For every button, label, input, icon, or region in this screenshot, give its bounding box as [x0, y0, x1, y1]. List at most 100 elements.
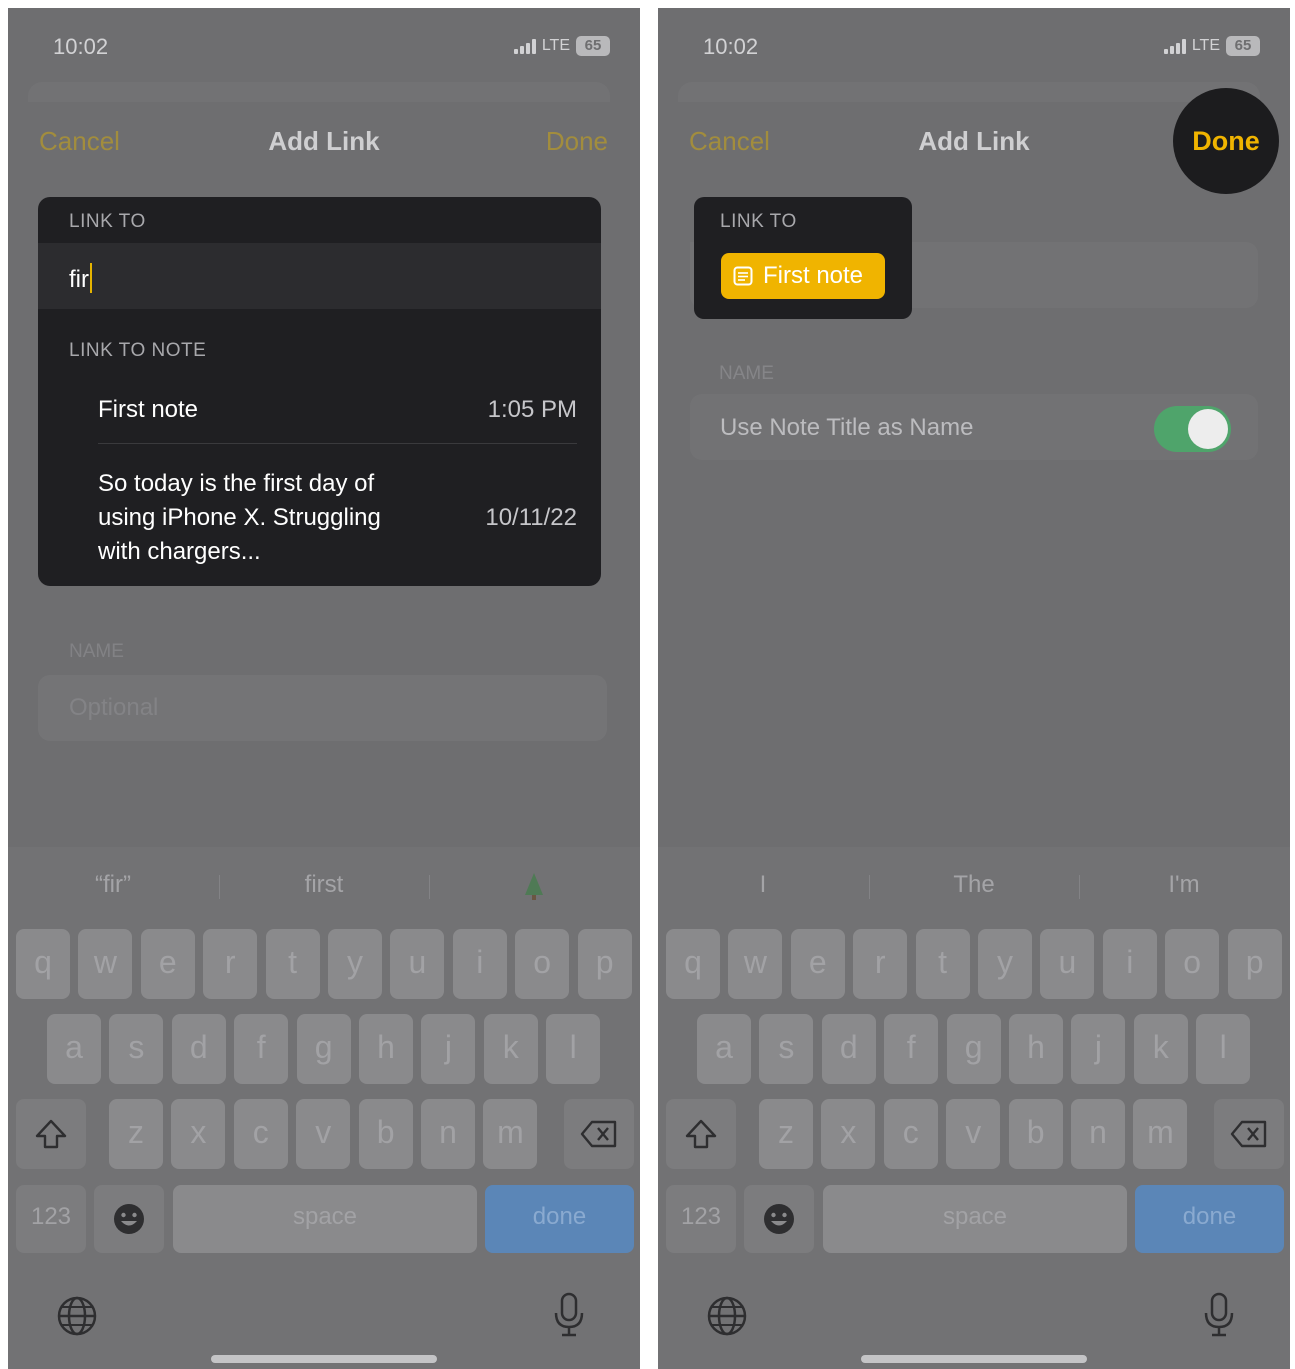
status-time: 10:02	[703, 34, 759, 59]
key-e[interactable]: e	[790, 929, 845, 999]
key-w[interactable]: w	[78, 929, 133, 999]
suggestion-im[interactable]: I'm	[1079, 871, 1289, 899]
link-to-input[interactable]: fir	[38, 243, 601, 309]
linked-note-chip-label: First note	[763, 262, 864, 289]
key-d[interactable]: d	[171, 1014, 226, 1084]
note-result-first-note[interactable]: First note 1:05 PM	[98, 385, 577, 435]
signal-icon	[1163, 38, 1186, 54]
suggestion-tree-emoji[interactable]	[429, 871, 639, 902]
key-j[interactable]: j	[421, 1014, 476, 1084]
key-m[interactable]: m	[1133, 1099, 1188, 1169]
key-d[interactable]: d	[821, 1014, 876, 1084]
key-v[interactable]: v	[296, 1099, 351, 1169]
space-key[interactable]: space	[173, 1185, 477, 1253]
home-indicator[interactable]	[861, 1355, 1087, 1363]
key-k[interactable]: k	[1133, 1014, 1188, 1084]
keyboard-done-key[interactable]: done	[1135, 1185, 1284, 1253]
key-r[interactable]: r	[853, 929, 908, 999]
link-to-label: LINK TO	[69, 211, 146, 232]
globe-icon[interactable]	[706, 1295, 748, 1342]
keyboard-done-key[interactable]: done	[485, 1185, 634, 1253]
status-icons: LTE 65	[1163, 36, 1260, 56]
key-h[interactable]: h	[1009, 1014, 1063, 1084]
key-i[interactable]: i	[1102, 929, 1157, 999]
key-o[interactable]: o	[1165, 929, 1220, 999]
key-u[interactable]: u	[1040, 929, 1095, 999]
key-f[interactable]: f	[884, 1014, 939, 1084]
suggestion-the[interactable]: The	[869, 871, 1079, 899]
key-s[interactable]: s	[109, 1014, 164, 1084]
use-note-title-toggle[interactable]	[1154, 406, 1231, 452]
key-l[interactable]: l	[1196, 1014, 1251, 1084]
key-x[interactable]: x	[171, 1099, 226, 1169]
key-a[interactable]: a	[47, 1014, 101, 1084]
microphone-icon[interactable]	[551, 1291, 587, 1344]
use-note-title-label: Use Note Title as Name	[720, 414, 974, 441]
suggestion-i[interactable]: I	[658, 871, 868, 899]
home-indicator[interactable]	[211, 1355, 437, 1363]
key-p[interactable]: p	[1227, 929, 1282, 999]
shift-key[interactable]	[666, 1099, 736, 1169]
key-n[interactable]: n	[1071, 1099, 1125, 1169]
globe-icon[interactable]	[56, 1295, 98, 1342]
key-s[interactable]: s	[759, 1014, 814, 1084]
note-icon	[733, 266, 753, 286]
link-suggestions-card: LINK TO fir LINK TO NOTE First note 1:05…	[38, 197, 601, 586]
done-button-highlighted[interactable]: Done	[1173, 88, 1279, 194]
emoji-key[interactable]	[94, 1185, 164, 1253]
key-c[interactable]: c	[883, 1099, 938, 1169]
suggestion-quoted[interactable]: “fir”	[8, 871, 218, 899]
key-g[interactable]: g	[296, 1014, 351, 1084]
key-t[interactable]: t	[265, 929, 320, 999]
key-l[interactable]: l	[546, 1014, 601, 1084]
key-z[interactable]: z	[109, 1099, 163, 1169]
delete-icon	[1230, 1120, 1267, 1148]
key-q[interactable]: q	[16, 929, 70, 999]
key-f[interactable]: f	[234, 1014, 289, 1084]
emoji-key[interactable]	[744, 1185, 814, 1253]
key-i[interactable]: i	[452, 929, 507, 999]
left-phone-screen: 10:02 LTE 65 Cancel Add Link Done LINK T…	[8, 8, 640, 1369]
note-result-iphone-x[interactable]: So today is the first day of using iPhon…	[98, 455, 577, 565]
done-button[interactable]: Done	[546, 126, 608, 157]
key-x[interactable]: x	[821, 1099, 876, 1169]
key-a[interactable]: a	[697, 1014, 751, 1084]
key-v[interactable]: v	[946, 1099, 1001, 1169]
key-p[interactable]: p	[577, 929, 632, 999]
key-o[interactable]: o	[515, 929, 570, 999]
key-u[interactable]: u	[390, 929, 445, 999]
key-b[interactable]: b	[358, 1099, 413, 1169]
note-result-title-line-2: using iPhone X. Struggling	[98, 504, 381, 531]
key-j[interactable]: j	[1071, 1014, 1126, 1084]
network-label: LTE	[1191, 37, 1220, 54]
microphone-icon[interactable]	[1201, 1291, 1237, 1344]
key-n[interactable]: n	[421, 1099, 475, 1169]
name-input[interactable]: Optional	[38, 675, 607, 741]
key-m[interactable]: m	[483, 1099, 538, 1169]
numbers-key[interactable]: 123	[16, 1185, 86, 1253]
key-c[interactable]: c	[233, 1099, 288, 1169]
key-z[interactable]: z	[759, 1099, 813, 1169]
sheet-top-edge	[28, 82, 610, 102]
key-t[interactable]: t	[915, 929, 970, 999]
key-k[interactable]: k	[483, 1014, 538, 1084]
key-q[interactable]: q	[666, 929, 720, 999]
key-g[interactable]: g	[946, 1014, 1001, 1084]
shift-key[interactable]	[16, 1099, 86, 1169]
key-w[interactable]: w	[728, 929, 783, 999]
key-y[interactable]: y	[328, 929, 382, 999]
delete-key[interactable]	[564, 1099, 634, 1169]
key-r[interactable]: r	[203, 929, 258, 999]
suggestion-first[interactable]: first	[219, 871, 429, 899]
done-button-label: Done	[1192, 125, 1260, 156]
key-y[interactable]: y	[978, 929, 1032, 999]
linked-note-chip[interactable]: First note	[721, 253, 885, 299]
keyboard: I The I'm q w e r t y u i o p a s d f g h j k l z x c v b n m 123 s…	[658, 847, 1290, 1369]
key-e[interactable]: e	[140, 929, 195, 999]
numbers-key[interactable]: 123	[666, 1185, 736, 1253]
delete-icon	[580, 1120, 617, 1148]
space-key[interactable]: space	[823, 1185, 1127, 1253]
delete-key[interactable]	[1214, 1099, 1284, 1169]
key-b[interactable]: b	[1008, 1099, 1063, 1169]
key-h[interactable]: h	[359, 1014, 413, 1084]
